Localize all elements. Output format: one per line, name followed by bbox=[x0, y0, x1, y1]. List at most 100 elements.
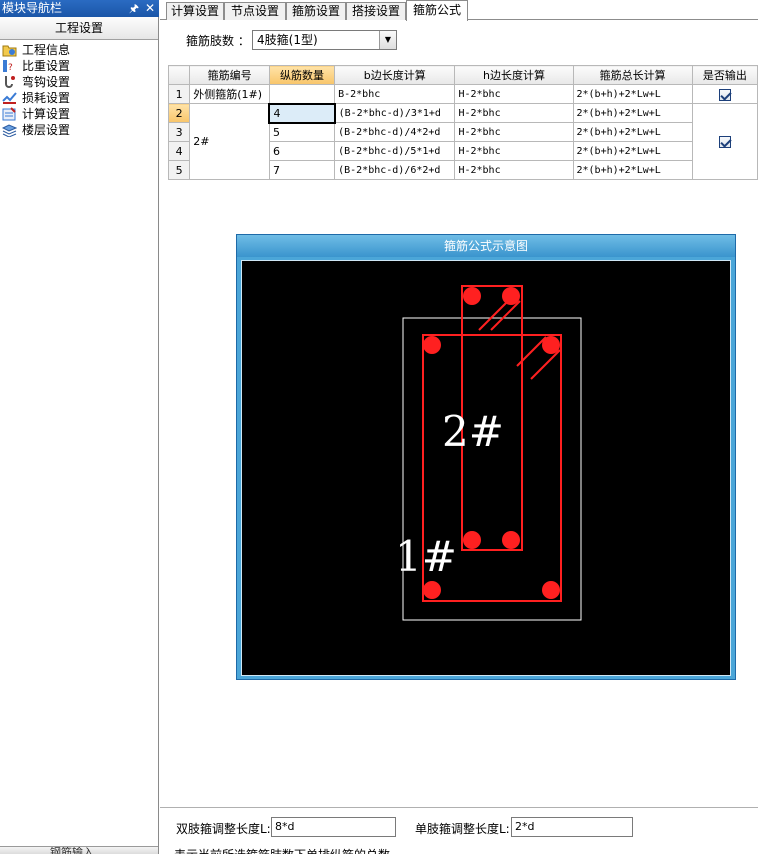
formula-grid: 箍筋编号 纵筋数量 b边长度计算 h边长度计算 箍筋总长计算 是否输出 1 外侧… bbox=[167, 65, 758, 180]
tab-node-settings[interactable]: 节点设置 bbox=[224, 2, 286, 20]
rebar-dot bbox=[542, 581, 560, 599]
divider bbox=[160, 807, 758, 808]
cell-output[interactable] bbox=[691, 103, 758, 180]
col-header-rownum bbox=[167, 65, 191, 85]
nav-item-label: 楼层设置 bbox=[22, 123, 71, 137]
cell-total-formula[interactable]: 2*(b+h)+2*Lw+L bbox=[572, 122, 693, 142]
rebar-dot bbox=[423, 336, 441, 354]
table-row[interactable]: 1 外侧箍筋(1#) B-2*bhc H-2*bhc 2*(b+h)+2*Lw+… bbox=[167, 84, 758, 104]
row-number[interactable]: 4 bbox=[167, 141, 191, 161]
cell-b-formula[interactable]: (B-2*bhc-d)/5*1+d bbox=[334, 141, 456, 161]
nav-section-header[interactable]: 工程设置 bbox=[0, 17, 158, 40]
legs-select[interactable]: 4肢箍(1型) ▼ bbox=[252, 30, 397, 50]
cell-b-formula[interactable]: (B-2*bhc-d)/4*2+d bbox=[334, 122, 456, 142]
col-header-stirrup-id[interactable]: 箍筋编号 bbox=[189, 65, 270, 85]
module-nav-panel: 模块导航栏 🖈 ✕ 工程设置 工程信息 ? 比重设置 弯钩设置 损耗设置 计算设… bbox=[0, 0, 159, 854]
cell-stirrup-id[interactable]: 2# bbox=[189, 103, 270, 180]
grid-header-row: 箍筋编号 纵筋数量 b边长度计算 h边长度计算 箍筋总长计算 是否输出 bbox=[167, 65, 758, 85]
col-header-h-length[interactable]: h边长度计算 bbox=[454, 65, 574, 85]
cell-h-formula[interactable]: H-2*bhc bbox=[454, 160, 574, 180]
nav-item-project-info[interactable]: 工程信息 bbox=[0, 42, 158, 58]
rebar-dot bbox=[423, 581, 441, 599]
legs-select-value: 4肢箍(1型) bbox=[257, 33, 318, 47]
nav-bottom-label: 钢筋输入 bbox=[50, 846, 94, 854]
app-window: 模块导航栏 🖈 ✕ 工程设置 工程信息 ? 比重设置 弯钩设置 损耗设置 计算设… bbox=[0, 0, 758, 854]
cell-h-formula[interactable]: H-2*bhc bbox=[454, 103, 574, 123]
hook-icon bbox=[5, 76, 15, 88]
nav-item-weight-settings[interactable]: ? 比重设置 bbox=[0, 58, 158, 74]
legs-label: 箍筋肢数 ： bbox=[186, 34, 250, 48]
cell-bar-count[interactable]: 7 bbox=[268, 160, 336, 180]
nav-item-label: 比重设置 bbox=[22, 59, 71, 73]
loss-icon bbox=[2, 92, 17, 104]
rebar-dot bbox=[463, 287, 481, 305]
hint-text: 表示当前所选箍筋肢数下单排纵筋的总数 bbox=[174, 846, 390, 854]
tab-stirrup-settings[interactable]: 箍筋设置 bbox=[286, 2, 346, 20]
nav-title: 模块导航栏 bbox=[2, 1, 63, 15]
nav-item-floor-settings[interactable]: 楼层设置 bbox=[0, 122, 158, 138]
weight-icon: ? bbox=[3, 60, 13, 73]
cell-total-formula[interactable]: 2*(b+h)+2*Lw+L bbox=[572, 103, 693, 123]
pin-icon[interactable]: 🖈 bbox=[129, 0, 139, 17]
cell-bar-count[interactable]: 5 bbox=[268, 122, 336, 142]
row-number[interactable]: 5 bbox=[167, 160, 191, 180]
nav-item-label: 弯钩设置 bbox=[22, 75, 71, 89]
tab-lap-settings[interactable]: 搭接设置 bbox=[346, 2, 406, 20]
cell-h-formula[interactable]: H-2*bhc bbox=[454, 84, 574, 104]
rebar-dot bbox=[502, 531, 520, 549]
cell-bar-count[interactable]: 6 bbox=[268, 141, 336, 161]
cell-stirrup-id[interactable]: 外侧箍筋(1#) bbox=[189, 84, 270, 104]
cell-total-formula[interactable]: 2*(b+h)+2*Lw+L bbox=[572, 160, 693, 180]
stirrup-diagram bbox=[402, 285, 582, 621]
cell-total-formula[interactable]: 2*(b+h)+2*Lw+L bbox=[572, 84, 693, 104]
cell-output[interactable] bbox=[691, 84, 758, 104]
cell-b-formula[interactable]: (B-2*bhc-d)/3*1+d bbox=[334, 103, 456, 123]
stirrup-label-1: 1# bbox=[395, 532, 457, 581]
cell-b-formula[interactable]: B-2*bhc bbox=[334, 84, 456, 104]
rebar-dot bbox=[463, 531, 481, 549]
nav-item-label: 计算设置 bbox=[22, 107, 71, 121]
cell-h-formula[interactable]: H-2*bhc bbox=[454, 141, 574, 161]
row-number[interactable]: 1 bbox=[167, 84, 191, 104]
nav-item-hook-settings[interactable]: 弯钩设置 bbox=[0, 74, 158, 90]
tab-stirrup-formula[interactable]: 箍筋公式 bbox=[406, 0, 468, 21]
cell-h-formula[interactable]: H-2*bhc bbox=[454, 122, 574, 142]
nav-bottom-bar[interactable]: 钢筋输入 bbox=[0, 846, 158, 854]
chevron-down-icon[interactable]: ▼ bbox=[379, 31, 396, 49]
diagram-canvas: 2# 1# bbox=[241, 260, 731, 676]
rebar-dot bbox=[542, 336, 560, 354]
nav-item-label: 工程信息 bbox=[22, 43, 71, 57]
row-number[interactable]: 2 bbox=[167, 103, 191, 123]
close-icon[interactable]: ✕ bbox=[145, 0, 155, 17]
tab-calc-settings[interactable]: 计算设置 bbox=[166, 2, 224, 20]
col-header-output[interactable]: 是否输出 bbox=[691, 65, 758, 85]
table-row[interactable]: 2 2# 4 (B-2*bhc-d)/3*1+d H-2*bhc 2*(b+h)… bbox=[167, 102, 758, 180]
cell-bar-count[interactable] bbox=[268, 84, 336, 104]
hook-line bbox=[530, 349, 561, 380]
output-checkbox[interactable] bbox=[718, 88, 731, 101]
single-adjust-label: 单肢箍调整长度L: bbox=[415, 822, 510, 836]
svg-text:?: ? bbox=[8, 63, 13, 73]
rebar-dot bbox=[502, 287, 520, 305]
single-adjust-input[interactable]: 2*d bbox=[511, 817, 633, 837]
folder-info-icon bbox=[2, 45, 17, 57]
nav-item-label: 损耗设置 bbox=[22, 91, 71, 105]
output-checkbox[interactable] bbox=[718, 136, 731, 148]
cell-b-formula[interactable]: (B-2*bhc-d)/6*2+d bbox=[334, 160, 456, 180]
col-header-b-length[interactable]: b边长度计算 bbox=[334, 65, 456, 85]
stirrup-label-2: 2# bbox=[442, 407, 504, 456]
diagram-title: 箍筋公式示意图 bbox=[237, 235, 735, 257]
cell-total-formula[interactable]: 2*(b+h)+2*Lw+L bbox=[572, 141, 693, 161]
nav-item-loss-settings[interactable]: 损耗设置 bbox=[0, 90, 158, 106]
hook-line bbox=[490, 300, 521, 331]
col-header-total-length[interactable]: 箍筋总长计算 bbox=[572, 65, 693, 85]
floor-icon bbox=[2, 124, 17, 137]
nav-title-bar: 模块导航栏 🖈 ✕ bbox=[0, 0, 159, 17]
nav-item-calc-settings[interactable]: 计算设置 bbox=[0, 106, 158, 122]
nav-list: 工程信息 ? 比重设置 弯钩设置 损耗设置 计算设置 楼层设置 bbox=[0, 42, 158, 138]
row-number[interactable]: 3 bbox=[167, 122, 191, 142]
double-adjust-label: 双肢箍调整长度L: bbox=[176, 822, 271, 836]
cell-bar-count[interactable]: 4 bbox=[268, 102, 336, 124]
double-adjust-input[interactable]: 8*d bbox=[271, 817, 396, 837]
col-header-bar-count[interactable]: 纵筋数量 bbox=[268, 65, 336, 85]
